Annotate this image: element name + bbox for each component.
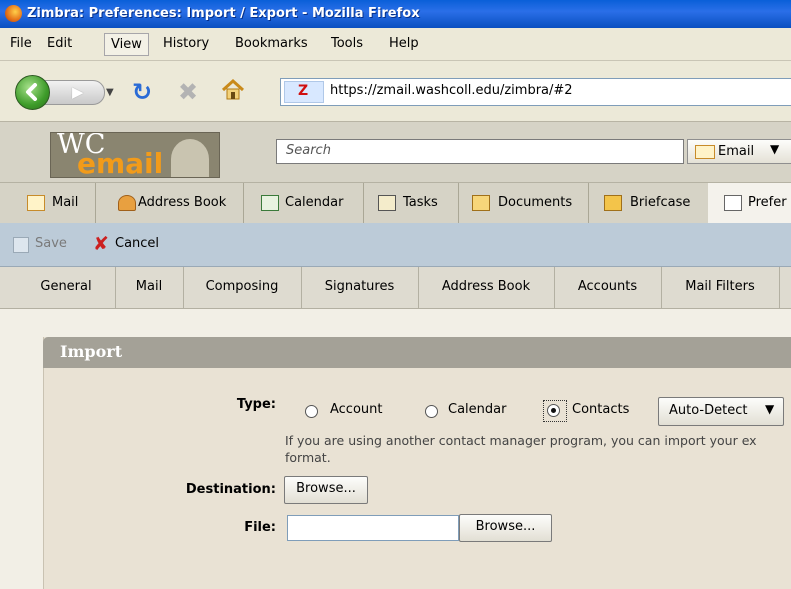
pref-tab-signatures[interactable]: Signatures xyxy=(301,267,419,308)
radio-contacts[interactable] xyxy=(547,404,560,417)
history-dropdown-icon[interactable]: ▼ xyxy=(106,87,114,98)
pref-tab-general[interactable]: General xyxy=(17,267,116,308)
pref-tab-accounts[interactable]: Accounts xyxy=(554,267,662,308)
type-label: Type: xyxy=(236,397,276,412)
logo-person-icon xyxy=(171,139,209,177)
calendar-icon xyxy=(261,195,279,211)
import-panel-header: Import xyxy=(43,337,791,368)
url-text[interactable]: https://zmail.washcoll.edu/zimbra/#2 xyxy=(330,83,573,98)
address-bar[interactable]: Z https://zmail.washcoll.edu/zimbra/#2 xyxy=(280,78,791,106)
radio-account[interactable] xyxy=(305,405,318,418)
tab-address-book[interactable]: Address Book xyxy=(95,183,244,223)
tab-briefcase[interactable]: Briefcase xyxy=(588,183,709,223)
menu-bookmarks[interactable]: Bookmarks xyxy=(235,36,308,51)
firefox-logo-icon xyxy=(5,5,22,22)
radio-calendar[interactable] xyxy=(425,405,438,418)
tab-documents[interactable]: Documents xyxy=(458,183,589,223)
person-icon xyxy=(118,195,136,211)
reload-icon[interactable]: ↻ xyxy=(132,78,152,106)
pref-tab-mail-filters[interactable]: Mail Filters xyxy=(661,267,780,308)
format-select[interactable]: Auto-Detect ▼ xyxy=(658,397,784,426)
tab-preferences[interactable]: Prefer xyxy=(708,183,791,223)
menu-file[interactable]: File xyxy=(10,36,32,51)
import-title: Import xyxy=(60,342,123,361)
pref-tab-composing[interactable]: Composing xyxy=(183,267,302,308)
search-input[interactable]: Search xyxy=(276,139,684,164)
destination-browse-button[interactable]: Browse... xyxy=(284,476,368,504)
floppy-disk-icon xyxy=(13,237,29,253)
documents-icon xyxy=(472,195,490,211)
window-title-bar: Zimbra: Preferences: Import / Export - M… xyxy=(0,0,791,28)
chevron-down-icon: ▼ xyxy=(770,142,780,156)
back-button[interactable] xyxy=(15,75,50,110)
envelope-icon xyxy=(695,145,715,159)
radio-calendar-label[interactable]: Calendar xyxy=(448,402,506,417)
menu-history[interactable]: History xyxy=(163,36,209,51)
preferences-icon xyxy=(724,195,742,211)
menu-help[interactable]: Help xyxy=(389,36,419,51)
window-title: Zimbra: Preferences: Import / Export - M… xyxy=(27,6,420,21)
chevron-down-icon: ▼ xyxy=(765,402,775,416)
file-path-input[interactable] xyxy=(287,515,459,541)
app-tabs: Mail Address Book Calendar Tasks Documen… xyxy=(0,182,791,224)
forward-arrow-icon: ▶ xyxy=(72,83,84,101)
app-header: WC email Search Email ▼ xyxy=(0,122,791,182)
import-hint-text: If you are using another contact manager… xyxy=(285,433,757,465)
forward-button[interactable]: ▶ xyxy=(45,80,105,105)
destination-label: Destination: xyxy=(185,482,276,497)
radio-account-label[interactable]: Account xyxy=(330,402,383,417)
search-type-dropdown[interactable]: Email ▼ xyxy=(687,139,791,164)
preference-tabs: General Mail Composing Signatures Addres… xyxy=(0,267,791,309)
menu-edit[interactable]: Edit xyxy=(47,36,72,51)
menu-bar: File Edit View History Bookmarks Tools H… xyxy=(0,28,791,61)
envelope-icon xyxy=(27,195,45,211)
menu-tools[interactable]: Tools xyxy=(331,36,363,51)
tab-calendar[interactable]: Calendar xyxy=(243,183,364,223)
radio-contacts-label[interactable]: Contacts xyxy=(572,402,629,417)
stop-icon[interactable]: ✖ xyxy=(178,78,198,106)
site-favicon-icon: Z xyxy=(284,81,324,103)
home-icon[interactable] xyxy=(220,78,246,106)
tab-mail[interactable]: Mail xyxy=(0,183,96,223)
tab-tasks[interactable]: Tasks xyxy=(363,183,459,223)
back-arrow-icon xyxy=(26,83,37,101)
wc-email-logo[interactable]: WC email xyxy=(50,132,220,178)
tasks-icon xyxy=(378,195,396,211)
navigation-toolbar: ▶ ▼ ↻ ✖ Z https://zmail.washcoll.edu/zim… xyxy=(0,61,791,122)
pref-tab-address-book[interactable]: Address Book xyxy=(418,267,555,308)
folder-icon xyxy=(604,195,622,211)
menu-view[interactable]: View xyxy=(104,33,149,56)
file-browse-button[interactable]: Browse... xyxy=(459,514,552,542)
pref-tab-mail[interactable]: Mail xyxy=(115,267,184,308)
action-toolbar: Save ✘ Cancel xyxy=(0,223,791,267)
red-x-icon: ✘ xyxy=(93,233,109,255)
file-label: File: xyxy=(244,520,276,535)
